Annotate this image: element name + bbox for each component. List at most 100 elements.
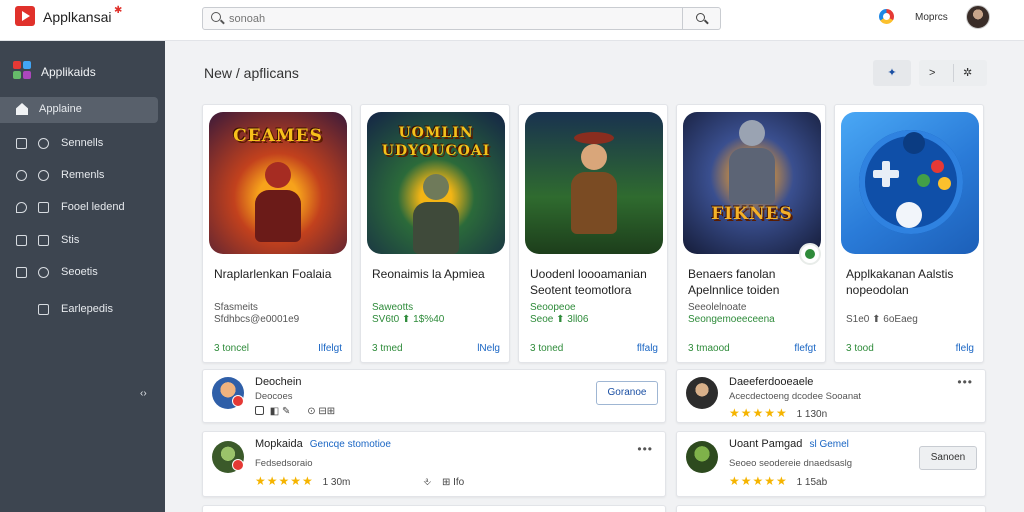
app-name: Nraplarlenkan Foalaia	[214, 267, 332, 281]
sidebar-item-label: Stis	[61, 234, 80, 246]
gear-icon[interactable]: ✲	[963, 60, 972, 86]
app-card[interactable]: CEAMES Nraplarlenkan Foalaia Sfasmeits S…	[202, 104, 352, 363]
item-subtitle: Acecdectoeng dcodee Sooanat	[729, 391, 862, 402]
document-icon	[38, 304, 49, 315]
item-title: Mopkaida Gencqe stomotioe	[255, 438, 391, 450]
app-name[interactable]: Applkansai	[43, 9, 112, 25]
collapse-sidebar-icon[interactable]: ‹›	[140, 388, 147, 399]
item-title: Deochein	[255, 376, 302, 388]
logo-star-icon: ✱	[114, 5, 123, 16]
app-details-link[interactable]: flelg	[956, 343, 974, 354]
app-details-link[interactable]: lNelg	[477, 343, 500, 354]
gamepad-icon[interactable]	[841, 112, 979, 254]
item-title: Uoant Pamgad sl Gemel	[729, 438, 849, 450]
sidebar-item-stis[interactable]: Stis	[0, 228, 165, 254]
sidebar-item-seoetis[interactable]: Seoetis	[0, 260, 165, 286]
avatar	[686, 377, 718, 409]
sidebar: Applikaids Applaine Sennells Remenls Foo…	[0, 41, 165, 512]
list-item[interactable]: Mopkaida Gencqe stomotioe Fedsedsoraio ★…	[202, 431, 666, 497]
app-stats: SV6t0 ⬆ 1$%40	[372, 314, 445, 325]
brand-icon	[13, 61, 33, 81]
app-details-link[interactable]: flfalg	[637, 343, 658, 354]
list-item-partial[interactable]	[676, 505, 986, 512]
app-artwork[interactable]: FIKNES	[683, 112, 821, 254]
magnifier-icon	[696, 13, 705, 22]
list-item[interactable]: Deochein Deocoes ◧ ✎ ⊙ ⊟⊞ Goranoe	[202, 369, 666, 423]
app-installs: 3 tmed	[372, 343, 403, 354]
sidebar-item-label: Applaine	[39, 103, 82, 115]
user-icon	[38, 138, 49, 149]
status-badge-icon	[232, 395, 244, 407]
app-details-link[interactable]: flefgt	[794, 343, 816, 354]
page-title: New / apflicans	[204, 65, 299, 81]
sidebar-item-sennells[interactable]: Sennells	[0, 131, 165, 157]
search-icon	[211, 12, 221, 22]
save-icon[interactable]	[255, 406, 264, 415]
item-subtitle: Fedsedsoraio	[255, 458, 313, 469]
clock-icon	[38, 267, 49, 278]
sidebar-item-label: Sennells	[61, 137, 104, 149]
app-developer: Saweotts	[372, 302, 414, 313]
hero-figure	[413, 174, 459, 254]
sidebar-item-label: Remenls	[61, 169, 105, 181]
item-extra: ⊞ Ifo	[441, 477, 465, 488]
user-name[interactable]: Moprcs	[915, 12, 948, 23]
item-rating: ★★★★★ 1 30m ⎀ ⊞ Ifo	[255, 474, 464, 488]
app-artwork[interactable]	[525, 112, 663, 254]
app-artwork[interactable]: UOMLIN UDYOUCOAI	[367, 112, 505, 254]
list-item-partial[interactable]	[202, 505, 666, 512]
star-rating-icon: ★★★★★	[729, 474, 788, 488]
tablet-icon	[16, 138, 27, 149]
app-logo-icon[interactable]	[15, 6, 35, 26]
item-category-link[interactable]: Gencqe stomotioe	[310, 439, 391, 450]
item-meta: ⊙ ⊟⊞	[307, 406, 336, 417]
app-name: Reonaimis la Apmiea	[372, 267, 485, 281]
app-card[interactable]: FIKNES Benaers fanolan Apelnnlice toiden…	[676, 104, 826, 363]
sidebar-item-applaine[interactable]: Applaine	[0, 97, 158, 123]
chat-icon	[16, 170, 27, 181]
app-installs: 3 toned	[530, 343, 564, 354]
list-item[interactable]: Uoant Pamgad sl Gemel Seoeo seodereie dn…	[676, 431, 986, 497]
sidebar-item-earlepedis[interactable]: Earlepedis	[0, 297, 165, 323]
item-actions: ◧ ✎ ⊙ ⊟⊞	[255, 406, 335, 417]
list-item[interactable]: Daeeferdooeaele Acecdectoeng dcodee Sooa…	[676, 369, 986, 423]
app-developer: Sfasmeits	[214, 302, 258, 313]
flag-icon[interactable]: ◧	[270, 406, 279, 417]
share-button[interactable]: >	[929, 60, 935, 86]
user-avatar[interactable]	[966, 5, 990, 29]
app-card[interactable]: Uoodenl loooamanian Seotent teomotlora S…	[518, 104, 668, 363]
sidebar-item-fooel-ledend[interactable]: Fooel ledend	[0, 195, 165, 221]
app-developer: Seoopeoe	[530, 302, 576, 313]
app-developer: Seeolelnoate	[688, 302, 747, 313]
tag-icon[interactable]: ✎	[282, 406, 290, 417]
item-title-text: Uoant Pamgad	[729, 438, 803, 450]
pin-icon: ✦	[887, 67, 897, 79]
more-options-icon[interactable]: •••	[957, 375, 973, 389]
app-artwork[interactable]: CEAMES	[209, 112, 347, 254]
pin-button[interactable]: ✦	[873, 60, 911, 86]
person-icon	[38, 170, 49, 181]
toolbar-divider	[953, 64, 954, 82]
app-details-link[interactable]: Ilfelgt	[318, 343, 342, 354]
search-input[interactable]	[229, 8, 679, 29]
app-card[interactable]: UOMLIN UDYOUCOAI Reonaimis la Apmiea Saw…	[360, 104, 510, 363]
secondary-action-button[interactable]: Sanoen	[919, 446, 977, 470]
notifications-icon[interactable]	[879, 9, 894, 24]
list-icon	[16, 267, 27, 278]
attachment-icon[interactable]: ⎀	[423, 477, 431, 488]
more-options-icon[interactable]: •••	[637, 442, 653, 456]
item-subtitle: Seoeo seodereie dnaedsaslg	[729, 458, 853, 469]
app-card[interactable]: Applkakanan Aalstis nopeodolan S1e0 ⬆ 6o…	[834, 104, 984, 363]
sidebar-item-remenls[interactable]: Remenls	[0, 163, 165, 189]
app-stats: Seongemoeeceena	[688, 314, 775, 325]
item-category-link[interactable]: sl Gemel	[809, 439, 848, 450]
item-title: Daeeferdooeaele	[729, 376, 814, 388]
primary-action-button[interactable]: Goranoe	[596, 381, 658, 405]
home-icon	[16, 103, 28, 115]
folder-icon	[38, 202, 49, 213]
item-rating: ★★★★★ 1 15ab	[729, 474, 827, 488]
sidebar-item-label: Seoetis	[61, 266, 98, 278]
search-button[interactable]	[682, 8, 720, 29]
item-rating: ★★★★★ 1 130n	[729, 406, 827, 420]
app-installs: 3 tmaood	[688, 343, 730, 354]
